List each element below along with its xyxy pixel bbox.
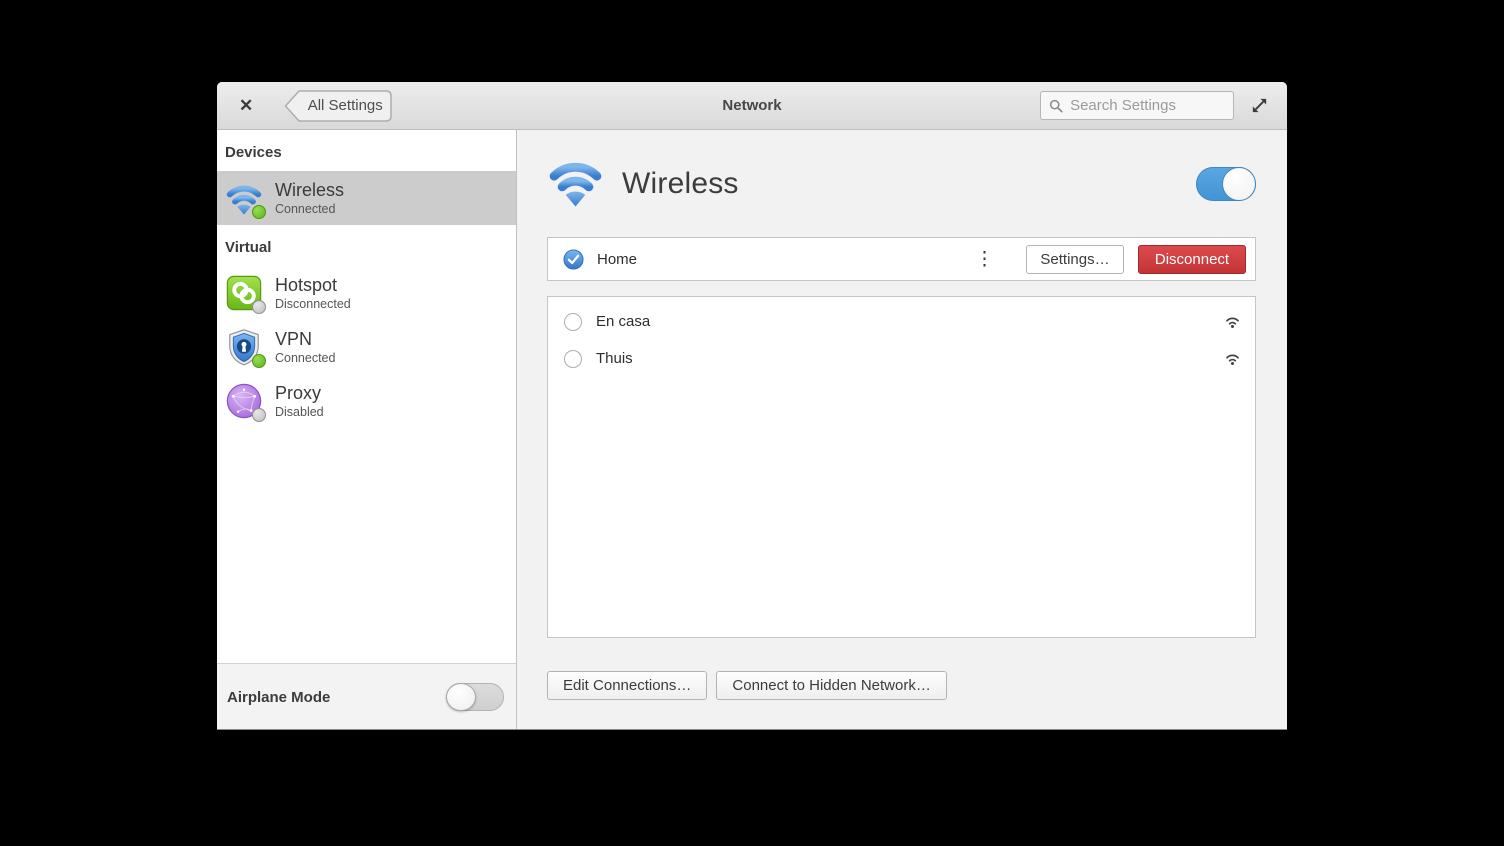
close-icon[interactable]: ✕ xyxy=(235,95,257,116)
airplane-mode-row: Airplane Mode xyxy=(217,663,516,730)
radio-unselected[interactable] xyxy=(564,350,582,368)
status-dot-connected xyxy=(252,205,266,219)
sidebar-item-label: Proxy xyxy=(275,383,324,404)
network-list-item[interactable]: En casa xyxy=(548,303,1255,340)
connect-hidden-network-button[interactable]: Connect to Hidden Network… xyxy=(716,671,946,700)
sidebar: Devices Wireless Connected xyxy=(217,130,517,730)
airplane-mode-label: Airplane Mode xyxy=(227,689,330,706)
proxy-globe-icon xyxy=(225,382,263,420)
network-settings-window: ✕ All Settings Network D xyxy=(217,82,1287,730)
main-panel: Wireless Home ⋮ Settings… Disconnect xyxy=(517,130,1287,730)
window-body: Devices Wireless Connected xyxy=(217,130,1287,730)
sidebar-item-label: Hotspot xyxy=(275,275,351,296)
status-dot-connected xyxy=(252,354,266,368)
sidebar-section-virtual: Virtual xyxy=(217,225,516,266)
sidebar-item-status: Disabled xyxy=(275,405,324,419)
sidebar-item-proxy[interactable]: Proxy Disabled xyxy=(217,374,516,428)
wifi-signal-icon xyxy=(1224,352,1241,366)
sidebar-item-status: Connected xyxy=(275,351,335,365)
sidebar-item-status: Connected xyxy=(275,202,344,216)
wifi-networks-list: En casa Thuis xyxy=(547,296,1256,638)
footer-actions: Edit Connections… Connect to Hidden Netw… xyxy=(547,671,1256,700)
page-title: Wireless xyxy=(622,167,739,201)
network-name: Thuis xyxy=(596,350,633,367)
vpn-shield-icon xyxy=(225,328,263,366)
wifi-signal-icon xyxy=(1224,315,1241,329)
sidebar-item-wireless[interactable]: Wireless Connected xyxy=(217,171,516,225)
sidebar-item-label: VPN xyxy=(275,329,335,350)
titlebar: ✕ All Settings Network xyxy=(217,82,1287,130)
maximize-icon[interactable] xyxy=(1250,96,1269,115)
sidebar-section-devices: Devices xyxy=(217,130,516,171)
status-dot-disconnected xyxy=(252,300,266,314)
network-list-item[interactable]: Thuis xyxy=(548,340,1255,377)
search-icon xyxy=(1049,98,1063,114)
sidebar-item-vpn[interactable]: VPN Connected xyxy=(217,320,516,374)
more-options-icon[interactable]: ⋮ xyxy=(969,250,1000,269)
settings-button[interactable]: Settings… xyxy=(1026,245,1124,274)
sidebar-item-label: Wireless xyxy=(275,180,344,201)
active-network-name: Home xyxy=(597,251,637,268)
hotspot-icon xyxy=(225,274,263,312)
back-button-label: All Settings xyxy=(303,90,387,122)
connected-check-icon xyxy=(563,249,584,270)
radio-unselected[interactable] xyxy=(564,313,582,331)
search-input-wrapper xyxy=(1040,91,1234,120)
network-name: En casa xyxy=(596,313,650,330)
disconnect-button[interactable]: Disconnect xyxy=(1138,245,1246,274)
search-input[interactable] xyxy=(1070,97,1225,114)
sidebar-item-status: Disconnected xyxy=(275,297,351,311)
wireless-header: Wireless xyxy=(547,130,1256,237)
sidebar-item-hotspot[interactable]: Hotspot Disconnected xyxy=(217,266,516,320)
edit-connections-button[interactable]: Edit Connections… xyxy=(547,671,707,700)
airplane-mode-toggle[interactable] xyxy=(446,683,504,711)
active-connection-row: Home ⋮ Settings… Disconnect xyxy=(547,237,1256,281)
status-dot-disabled xyxy=(252,408,266,422)
wireless-toggle[interactable] xyxy=(1196,167,1256,201)
all-settings-back-button[interactable]: All Settings xyxy=(283,90,393,122)
wifi-icon xyxy=(225,179,263,217)
wifi-icon-large xyxy=(547,153,604,215)
